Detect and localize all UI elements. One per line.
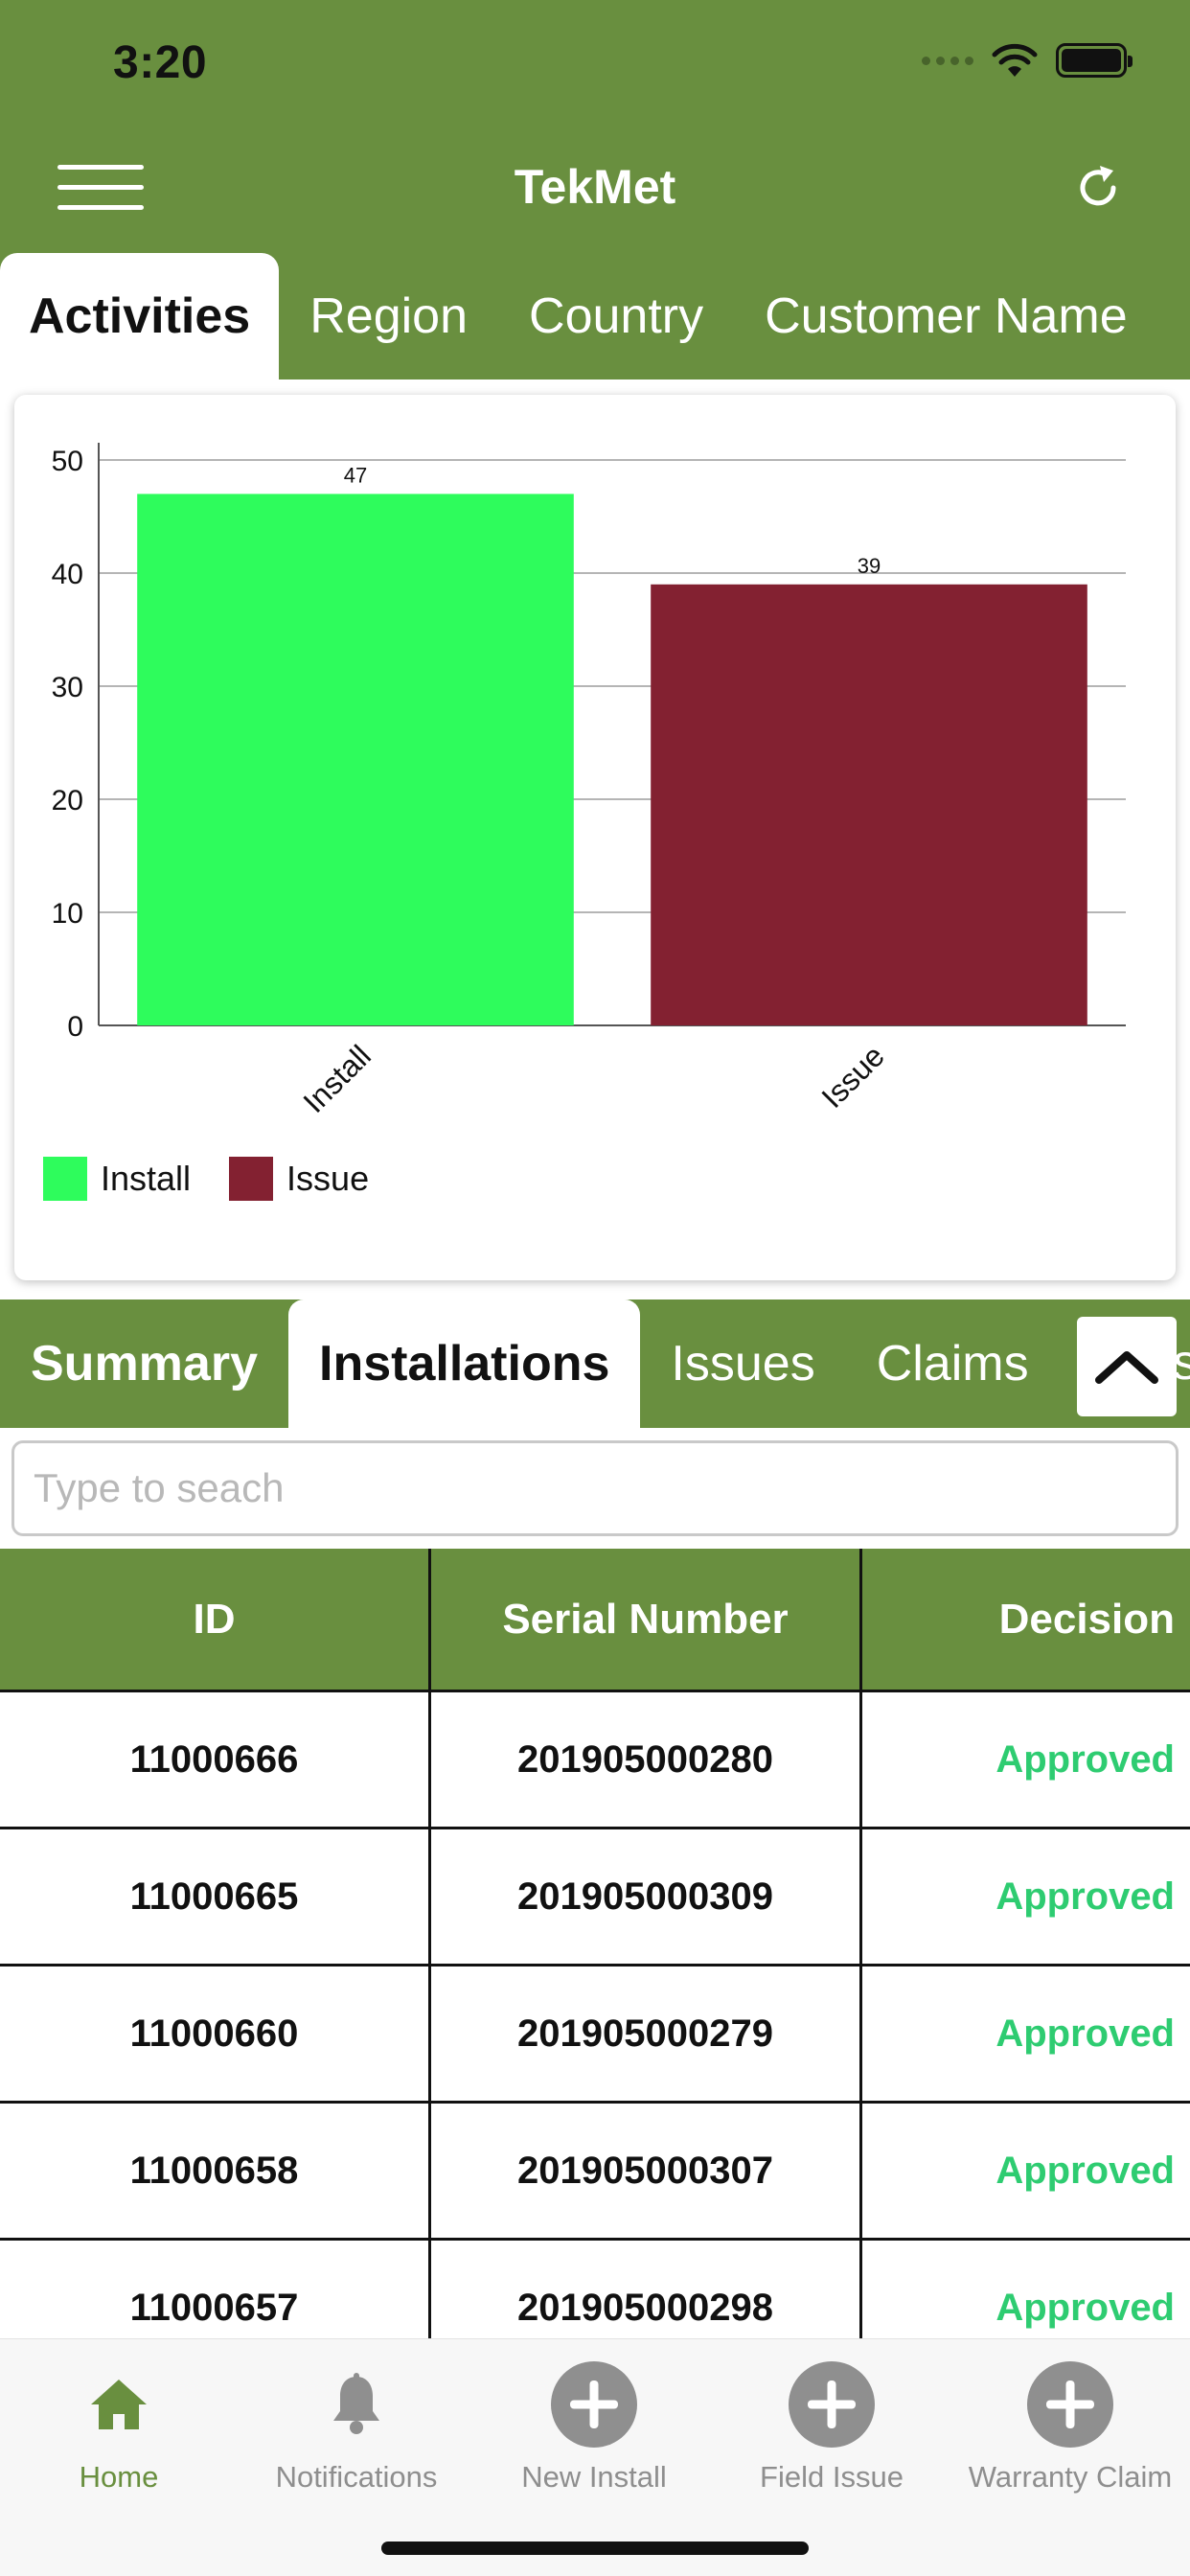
y-tick-label: 20 [52,785,83,816]
table-header-row: ID Serial Number Decision [0,1549,1190,1692]
plus-circle-icon [1027,2361,1113,2448]
status-time: 3:20 [113,37,208,88]
x-tick-label: Issue [814,1038,891,1115]
tab-summary[interactable]: Summary [0,1300,288,1428]
home-indicator [381,2542,809,2555]
legend-swatch-issue [229,1157,274,1201]
legend-swatch-install [43,1157,87,1201]
plus-circle-icon [789,2361,875,2448]
table-row[interactable]: 11000658 201905000307 Approved [0,2104,1190,2241]
cell-decision: Approved [995,1874,1175,1918]
chevron-up-icon [1095,1351,1158,1384]
cell-serial-number: 201905000309 [431,1829,862,1964]
table-row[interactable]: 11000666 201905000280 Approved [0,1692,1190,1829]
nav-warranty-claim[interactable]: Warranty Claim [950,2357,1190,2495]
nav-field-issue[interactable]: Field Issue [713,2357,950,2495]
collapse-chart-button[interactable] [1077,1317,1177,1416]
chart-legend: Install Issue [43,1157,407,1201]
cell-id: 11000657 [0,2241,431,2338]
cell-id: 11000660 [0,1966,431,2101]
legend-label-issue: Issue [286,1159,370,1198]
nav-new-install[interactable]: New Install [475,2357,713,2495]
status-icons [922,42,1133,79]
cell-serial-number: 201905000298 [431,2241,862,2338]
y-tick-label: 40 [52,559,83,590]
column-header-decision[interactable]: Decision [862,1549,1190,1690]
bar-issue [651,584,1087,1025]
cell-id: 11000666 [0,1692,431,1827]
data-tabs: Summary Installations Issues Claims s [0,1300,1190,1428]
app-title: TekMet [514,160,676,214]
column-header-id[interactable]: ID [0,1549,431,1690]
tab-customer-name[interactable]: Customer Name [734,253,1158,380]
tab-claims[interactable]: Claims [846,1300,1060,1428]
app-header: 3:20 TekMet Activities Region Country Cu… [0,0,1190,380]
nav-notifications[interactable]: Notifications [238,2357,475,2495]
cell-decision: Approved [995,2012,1175,2055]
chart-card: 0 10 20 30 40 50 47 Install 39 Issue Install Issu… [14,395,1176,1280]
refresh-button[interactable] [1069,159,1127,217]
cell-id: 11000665 [0,1829,431,1964]
tab-country[interactable]: Country [498,253,734,380]
bottom-tab-bar: Home Notifications New Install Field Iss… [0,2338,1190,2576]
bell-icon [333,2373,379,2434]
nav-label-warranty-claim: Warranty Claim [968,2460,1173,2494]
search-input[interactable] [11,1440,1179,1536]
installations-table: ID Serial Number Decision 11000666 20190… [0,1549,1190,2338]
nav-home[interactable]: Home [0,2357,238,2495]
y-tick-label: 0 [67,1011,83,1043]
x-tick-label: Install [296,1038,378,1119]
nav-label-new-install: New Install [521,2460,667,2494]
nav-label-home: Home [79,2460,159,2494]
legend-label-install: Install [101,1159,192,1198]
legend-item-install: Install [43,1157,191,1201]
data-label: 39 [858,554,881,578]
cell-serial-number: 201905000280 [431,1692,862,1827]
y-tick-label: 30 [52,672,83,703]
cell-serial-number: 201905000307 [431,2104,862,2238]
filter-tabs: Activities Region Country Customer Name [0,253,1190,380]
table-row[interactable]: 11000665 201905000309 Approved [0,1829,1190,1966]
tab-region[interactable]: Region [279,253,498,380]
tab-installations[interactable]: Installations [288,1300,641,1428]
y-tick-label: 50 [52,446,83,477]
data-label: 47 [344,463,367,487]
cell-id: 11000658 [0,2104,431,2238]
wifi-icon [992,43,1038,77]
cellular-signal-icon [922,56,973,65]
nav-label-field-issue: Field Issue [760,2460,904,2494]
bar-install [137,494,574,1025]
nav-label-notifications: Notifications [275,2460,438,2494]
column-header-serial-number[interactable]: Serial Number [431,1549,862,1690]
plus-circle-icon [551,2361,637,2448]
cell-decision: Approved [995,2149,1175,2192]
legend-item-issue: Issue [229,1157,369,1201]
cell-decision: Approved [995,2286,1175,2329]
table-row[interactable]: 11000660 201905000279 Approved [0,1966,1190,2104]
home-icon [91,2380,147,2429]
cell-serial-number: 201905000279 [431,1966,862,2101]
y-tick-label: 10 [52,898,83,930]
tab-issues[interactable]: Issues [640,1300,845,1428]
table-row[interactable]: 11000657 201905000298 Approved [0,2241,1190,2338]
bar-chart: 0 10 20 30 40 50 47 Install 39 Issue [52,443,1126,1119]
tab-activities[interactable]: Activities [0,253,280,380]
cell-decision: Approved [995,1737,1175,1781]
battery-icon [1056,43,1133,78]
